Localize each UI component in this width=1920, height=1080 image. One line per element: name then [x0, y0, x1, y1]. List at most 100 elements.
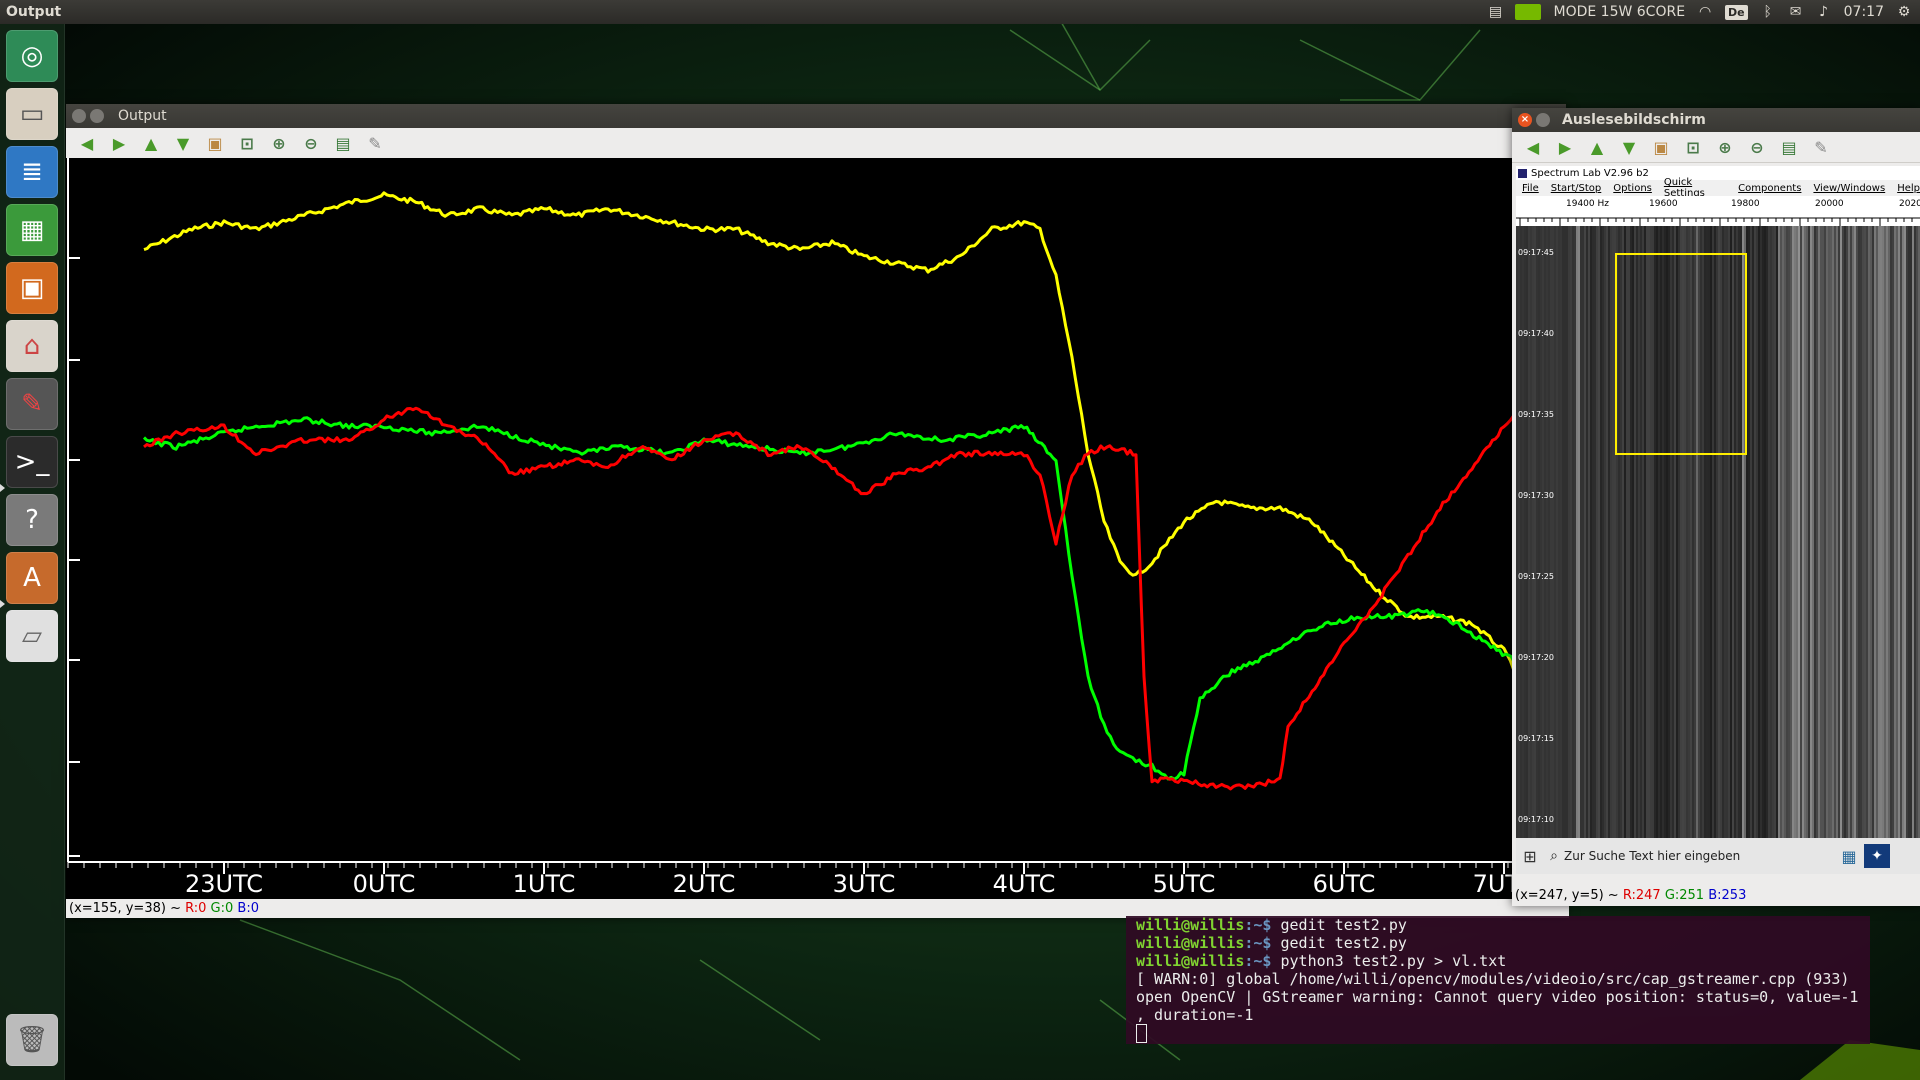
- picture-icon[interactable]: ▣: [1648, 135, 1674, 159]
- terminal-output-line: , duration=-1: [1136, 1006, 1254, 1024]
- arrow-left-icon[interactable]: ◀: [74, 131, 100, 155]
- menu-start-stop[interactable]: Start/Stop: [1551, 183, 1602, 194]
- frequency-scale: 19400 Hz 19600 19800 20000 2020: [1516, 196, 1920, 227]
- zoom-out-icon[interactable]: ⊖: [298, 131, 324, 155]
- taskbar-search-input[interactable]: Zur Suche Text hier eingeben: [1564, 849, 1834, 863]
- waterfall-column: [1916, 226, 1918, 838]
- terminal-line: willi@willis:~$ gedit test2.py: [1136, 916, 1407, 934]
- waterfall-column: [1802, 226, 1804, 838]
- close-button[interactable]: [72, 109, 86, 123]
- bluetooth-icon[interactable]: ᛒ: [1760, 4, 1776, 20]
- software-center-icon[interactable]: ⌂: [6, 320, 58, 372]
- zoom-fit-icon[interactable]: ⊡: [234, 131, 260, 155]
- brush-icon[interactable]: ✎: [1808, 135, 1834, 159]
- output-titlebar[interactable]: Output: [66, 104, 1566, 128]
- writer-icon[interactable]: ≣: [6, 146, 58, 198]
- spectrum-lab-app-name: Spectrum Lab V2.96 b2: [1531, 167, 1649, 179]
- nvidia-icon[interactable]: [1515, 4, 1542, 20]
- power-mode-indicator[interactable]: MODE 15W 6CORE: [1553, 4, 1685, 20]
- windows-start-icon[interactable]: ⊞: [1516, 847, 1544, 866]
- waterfall-column: [1820, 226, 1822, 838]
- menu-file[interactable]: File: [1522, 183, 1539, 194]
- waterfall-column: [1830, 226, 1832, 838]
- waterfall-column: [1796, 226, 1798, 838]
- arrow-right-icon[interactable]: ▶: [106, 131, 132, 155]
- waterfall-column: [1800, 226, 1802, 838]
- zoom-in-icon[interactable]: ⊕: [1712, 135, 1738, 159]
- drive-icon[interactable]: ▱: [6, 610, 58, 662]
- terminal-cursor: [1136, 1024, 1147, 1043]
- trash-icon[interactable]: 🗑: [6, 1014, 58, 1066]
- time-label: 09:17:40: [1518, 329, 1554, 338]
- picture-icon[interactable]: ▣: [202, 131, 228, 155]
- waterfall-column: [1676, 226, 1678, 838]
- arrow-up-icon[interactable]: ▲: [1584, 135, 1610, 159]
- waterfall-column: [1670, 226, 1672, 838]
- clipboard-icon[interactable]: ▤: [1487, 4, 1503, 20]
- clock[interactable]: 07:17: [1844, 4, 1884, 20]
- spectrum-titlebar[interactable]: × Auslesebildschirm: [1512, 108, 1920, 132]
- minimize-button[interactable]: [1536, 113, 1550, 127]
- waterfall-column: [1888, 226, 1890, 838]
- system-settings-icon[interactable]: ✎: [6, 378, 58, 430]
- zoom-out-icon[interactable]: ⊖: [1744, 135, 1770, 159]
- gear-icon[interactable]: ⚙: [1896, 4, 1912, 20]
- waterfall-column: [1594, 226, 1596, 838]
- waterfall-column: [1582, 226, 1584, 838]
- arrow-down-icon[interactable]: ▼: [1616, 135, 1642, 159]
- waterfall-column: [1598, 226, 1600, 838]
- minimize-button[interactable]: [90, 109, 104, 123]
- zoom-in-icon[interactable]: ⊕: [266, 131, 292, 155]
- waterfall-column: [1632, 226, 1634, 838]
- waterfall-column: [1640, 226, 1642, 838]
- waterfall-column: [1610, 226, 1612, 838]
- ubuntu-dash-icon[interactable]: ◎: [6, 30, 58, 82]
- arrow-down-icon[interactable]: ▼: [170, 131, 196, 155]
- save-icon[interactable]: ▤: [330, 131, 356, 155]
- waterfall-column: [1856, 226, 1858, 838]
- arrow-up-icon[interactable]: ▲: [138, 131, 164, 155]
- menu-help[interactable]: Help: [1897, 183, 1920, 194]
- arrow-right-icon[interactable]: ▶: [1552, 135, 1578, 159]
- waterfall-column: [1848, 226, 1850, 838]
- close-button[interactable]: ×: [1518, 113, 1532, 127]
- keyboard-layout-indicator[interactable]: De: [1725, 4, 1748, 20]
- app-icon[interactable]: ✦: [1864, 844, 1890, 868]
- search-icon[interactable]: ⌕: [1544, 848, 1564, 864]
- wifi-icon[interactable]: ◠: [1697, 4, 1713, 20]
- waterfall-column: [1874, 226, 1876, 838]
- calc-icon[interactable]: ▦: [6, 204, 58, 256]
- save-icon[interactable]: ▤: [1776, 135, 1802, 159]
- waterfall-column: [1606, 226, 1608, 838]
- running-indicator: [0, 484, 5, 492]
- waterfall-column: [1590, 226, 1592, 838]
- brush-icon[interactable]: ✎: [362, 131, 388, 155]
- waterfall-column: [1782, 226, 1784, 838]
- plot-area[interactable]: 23UTC 0UTC 1UTC 2UTC 3UTC 4UTC 5UTC 6UTC 7UTC: [66, 158, 1514, 899]
- files-icon[interactable]: ▭: [6, 88, 58, 140]
- output-toolbar: ◀ ▶ ▲ ▼ ▣ ⊡ ⊕ ⊖ ▤ ✎: [66, 128, 1566, 159]
- series-group: [142, 191, 1514, 791]
- terminal-output-line: [ WARN:0] global /home/willi/opencv/modu…: [1136, 970, 1850, 988]
- arrow-left-icon[interactable]: ◀: [1520, 135, 1546, 159]
- freq-scale-ticks: [1516, 217, 1920, 226]
- waterfall-column: [1756, 226, 1758, 838]
- help-icon[interactable]: ?: [6, 494, 58, 546]
- software-updater-icon[interactable]: A: [6, 552, 58, 604]
- menu-components[interactable]: Components: [1738, 183, 1801, 194]
- menu-view-windows[interactable]: View/Windows: [1813, 183, 1885, 194]
- zoom-fit-icon[interactable]: ⊡: [1680, 135, 1706, 159]
- waterfall-display[interactable]: [1516, 226, 1920, 838]
- volume-icon[interactable]: ♪: [1816, 4, 1832, 20]
- terminal-icon[interactable]: >_: [6, 436, 58, 488]
- menu-options[interactable]: Options: [1613, 183, 1652, 194]
- mail-icon[interactable]: ✉: [1788, 4, 1804, 20]
- spectrum-lab-screenshot[interactable]: Spectrum Lab V2.96 b2 File Start/Stop Op…: [1516, 166, 1920, 874]
- terminal-window[interactable]: willi@willis:~$ gedit test2.py willi@wil…: [1126, 916, 1870, 1044]
- y-axis-ticks: [68, 257, 80, 857]
- output-window: Output ◀ ▶ ▲ ▼ ▣ ⊡ ⊕ ⊖ ▤ ✎ 23UTC 0UTC 1UTC…: [66, 104, 1569, 918]
- calculator-icon[interactable]: ▦: [1834, 847, 1864, 866]
- waterfall-column: [1884, 226, 1886, 838]
- impress-icon[interactable]: ▣: [6, 262, 58, 314]
- waterfall-column: [1876, 226, 1878, 838]
